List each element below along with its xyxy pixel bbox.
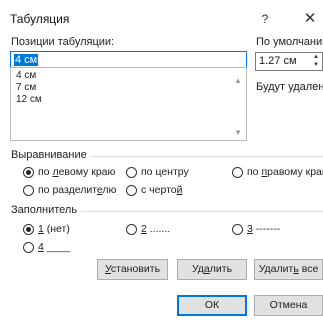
radio-align-center[interactable]: по центру (126, 166, 189, 178)
set-button[interactable]: Установить (97, 259, 168, 280)
tabs-dialog: Табуляция ? ✕ Позиции табуляции: 4 см 4 … (0, 0, 323, 322)
radio-label: с чертой (141, 184, 183, 196)
list-item[interactable]: 12 см (16, 94, 42, 106)
default-stops-value: 1.27 см (259, 55, 297, 67)
cancel-button[interactable]: Отмена (254, 295, 323, 316)
radio-label: по центру (141, 166, 189, 178)
radio-indicator (23, 166, 34, 178)
clear-all-button[interactable]: Удалить все (254, 259, 323, 280)
radio-indicator (23, 241, 34, 253)
tab-positions-list[interactable]: 4 см 7 см 12 см ▲ ▼ (10, 67, 247, 141)
radio-leader-underline[interactable]: 4 ____ (23, 241, 70, 253)
tab-positions-label: Позиции табуляции: (11, 36, 115, 48)
title-bar[interactable]: Табуляция ? ✕ (0, 4, 323, 30)
radio-indicator (23, 184, 34, 196)
radio-label: по левому краю (38, 166, 116, 178)
radio-leader-dots[interactable]: 2 ....... (126, 223, 170, 235)
radio-align-bar[interactable]: с чертой (126, 184, 183, 196)
radio-indicator (232, 166, 243, 178)
radio-indicator (232, 223, 243, 235)
spin-down-icon[interactable]: ▼ (311, 62, 321, 69)
default-stops-label: По умолчанию: (256, 36, 323, 48)
radio-indicator (23, 223, 34, 235)
radio-label: по правому краю (247, 166, 323, 178)
radio-align-right[interactable]: по правому краю (232, 166, 323, 178)
radio-align-left[interactable]: по левому краю (23, 166, 115, 178)
radio-leader-none[interactable]: 1 (нет) (23, 223, 70, 235)
radio-leader-dashes[interactable]: 3 ------- (232, 223, 280, 235)
to-be-cleared-label: Будут удалены: (256, 81, 323, 93)
scroll-up-icon[interactable]: ▲ (234, 76, 242, 85)
list-item[interactable]: 4 см (16, 70, 36, 82)
tab-position-value: 4 см (14, 54, 39, 66)
scroll-down-icon[interactable]: ▼ (234, 128, 242, 137)
alignment-group-title: Выравнивание (11, 149, 91, 161)
radio-label: 3 ------- (247, 223, 281, 235)
list-item[interactable]: 7 см (16, 82, 36, 94)
dialog-title: Табуляция (10, 12, 70, 26)
spin-up-icon[interactable]: ▲ (311, 54, 321, 61)
radio-label: по разделителю (38, 184, 117, 196)
ok-button[interactable]: ОК (177, 295, 247, 316)
clear-button[interactable]: Удалить (177, 259, 247, 280)
radio-indicator (126, 223, 137, 235)
close-button[interactable]: ✕ (300, 10, 320, 28)
help-button[interactable]: ? (256, 10, 274, 28)
radio-label: 1 (нет) (38, 223, 70, 235)
leader-group-title: Заполнитель (11, 204, 82, 216)
radio-align-decimal[interactable]: по разделителю (23, 184, 116, 196)
radio-label: 4 ____ (38, 241, 71, 253)
radio-indicator (126, 166, 137, 178)
radio-indicator (126, 184, 137, 196)
radio-label: 2 ....... (141, 223, 171, 235)
